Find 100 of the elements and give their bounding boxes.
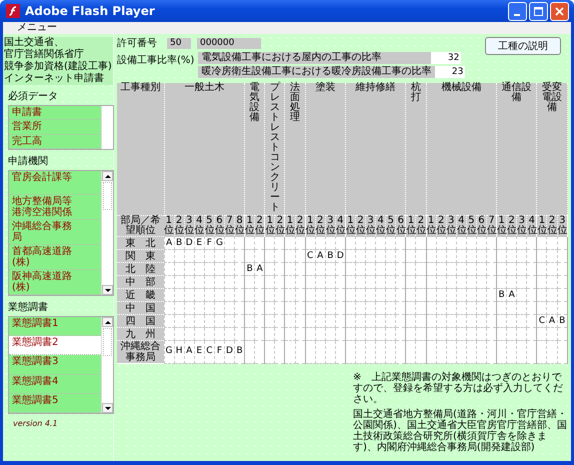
rank-header: 2位 — [436, 216, 446, 236]
list-item[interactable]: 申請書 — [9, 106, 101, 120]
column-header: プレストレストコンクリート — [264, 83, 285, 216]
table-cell: E — [194, 236, 204, 250]
table-cell: H — [174, 340, 184, 363]
table-cell: A — [546, 314, 558, 328]
column-header: 工事種別 — [117, 83, 164, 216]
list-item[interactable]: 業態調書5 — [9, 394, 101, 413]
rank-header: 5位 — [466, 216, 476, 236]
rank-header: 2位 — [546, 216, 558, 236]
list-item[interactable]: 業態調書4 — [9, 374, 101, 394]
table-cell: A — [184, 340, 194, 363]
table-cell: F — [204, 236, 214, 250]
list-item[interactable]: 沖縄総合事務局 — [9, 220, 101, 245]
close-button[interactable] — [550, 2, 569, 20]
table-cell: C — [204, 340, 214, 363]
rank-header: 3位 — [516, 216, 527, 236]
rank-header: 3位 — [446, 216, 456, 236]
scroll-thumb[interactable] — [103, 328, 112, 356]
rank-header: 2位 — [295, 216, 306, 236]
column-header: 受変電設備 — [536, 83, 568, 216]
rank-header: 3位 — [366, 216, 376, 236]
rank-header: 2位 — [315, 216, 326, 236]
table-cell: B — [496, 288, 507, 302]
ratio-value-field[interactable]: 32 — [431, 52, 462, 64]
column-header: 機械設備 — [426, 83, 497, 216]
ratio-label: 設備工事比率(%) — [117, 54, 194, 68]
rank-header: 4位 — [335, 216, 346, 236]
rank-header: 1位 — [284, 216, 296, 236]
list-item[interactable]: 業態調書2 — [9, 336, 101, 356]
list-item[interactable]: 業態調書1 — [9, 317, 101, 336]
section-title: 必須データ — [7, 90, 59, 104]
permit-label: 許可番号 — [117, 36, 157, 50]
column-header: 通信設備 — [496, 83, 537, 216]
app-title-line: 官庁営繕関係省庁 — [4, 49, 85, 60]
rank-header: 5位 — [386, 216, 396, 236]
row-header: 中 部 — [117, 276, 164, 288]
list-item[interactable]: 営業所 — [9, 120, 101, 135]
section-title: 申請機関 — [7, 154, 49, 169]
table-cell: D — [224, 340, 235, 363]
table-cell: B — [325, 250, 336, 262]
rank-header: 2位 — [254, 216, 265, 236]
table-cell: A — [164, 236, 174, 250]
table-cell: B — [244, 262, 255, 276]
maximize-button[interactable] — [529, 2, 548, 20]
flash-icon — [6, 4, 20, 18]
rank-header: 5位 — [204, 216, 214, 236]
scrollbar[interactable] — [101, 317, 113, 413]
rank-header: 1位 — [164, 216, 174, 236]
list-item[interactable]: 首都高速道路(株) — [9, 245, 101, 270]
note-paragraph: 国土交通省地方整備局(道路・河川・官庁営繕・公園関係)、国土交通省大臣官房官庁営繕部、国土技術政策総合研究所(横須賀庁舎を除きます)、内閣府沖縄総合事務局(開発建設部) — [353, 409, 567, 453]
table-cell: B — [234, 340, 245, 363]
rank-header: 2位 — [355, 216, 366, 236]
table-cell: G — [164, 340, 174, 363]
scrollbar[interactable] — [101, 171, 113, 295]
rank-header: 1位 — [406, 216, 416, 236]
menu-item[interactable]: メニュー — [17, 22, 57, 34]
column-header: 一般土木 — [164, 83, 245, 216]
minimize-icon — [514, 14, 520, 16]
rank-header: 3位 — [184, 216, 194, 236]
rank-header: 2位 — [416, 216, 426, 236]
scroll-thumb[interactable] — [103, 182, 112, 210]
window-title: Adobe Flash Player — [25, 4, 156, 18]
row-header: 北 陸 — [117, 262, 164, 276]
work-types-button[interactable]: 工種の説明 — [485, 37, 561, 55]
app-title-line: インターネット申請書 — [4, 73, 105, 85]
rank-header: 6位 — [476, 216, 486, 236]
table-cell: D — [184, 236, 194, 250]
table-cell: A — [254, 262, 265, 276]
rank-header: 2位 — [174, 216, 184, 236]
rank-header: 3位 — [325, 216, 336, 236]
maximize-icon — [534, 6, 543, 16]
rank-header: 7位 — [224, 216, 235, 236]
row-header: 東 北 — [117, 236, 164, 250]
rank-header: 7位 — [486, 216, 497, 236]
column-header: 維持修繕 — [345, 83, 406, 216]
list-item[interactable]: 業態調書3 — [9, 355, 101, 375]
ratio-value-field[interactable]: 23 — [435, 66, 466, 78]
table-cell: C — [536, 314, 547, 328]
list-item[interactable]: 完工高 — [9, 134, 101, 149]
rank-header: 8位 — [234, 216, 245, 236]
row-header: 九 州 — [117, 328, 164, 340]
rank-header: 6位 — [214, 216, 224, 236]
table-cell: A — [506, 288, 517, 302]
ratio-row-label: 電気設備工事における屋内の工事の比率 — [198, 52, 432, 64]
column-header: 法面処理 — [284, 83, 306, 216]
list-item[interactable]: 官房会計課等 — [9, 171, 101, 195]
list-item[interactable]: 阪神高速道路(株) — [9, 270, 101, 295]
version-label: version 4.1 — [12, 418, 59, 428]
list-item[interactable]: 地方整備局等港湾空港関係 — [9, 195, 101, 220]
table-cell: C — [305, 250, 316, 262]
minimize-button[interactable] — [508, 2, 527, 20]
table-cell: E — [194, 340, 204, 363]
rank-header: 2位 — [506, 216, 517, 236]
row-header: 近 畿 — [117, 288, 164, 302]
app-title-line: 国土交通省、 — [4, 37, 65, 48]
permit-number-field[interactable]: 000000 — [197, 38, 261, 48]
rank-header: 4位 — [194, 216, 204, 236]
note-paragraph: ※ 上記業態調書の対象機関はつぎのとおりですので、登録を希望する方は必ず入力してください。 — [353, 372, 564, 405]
permit-code-field[interactable]: 50 — [167, 38, 191, 48]
